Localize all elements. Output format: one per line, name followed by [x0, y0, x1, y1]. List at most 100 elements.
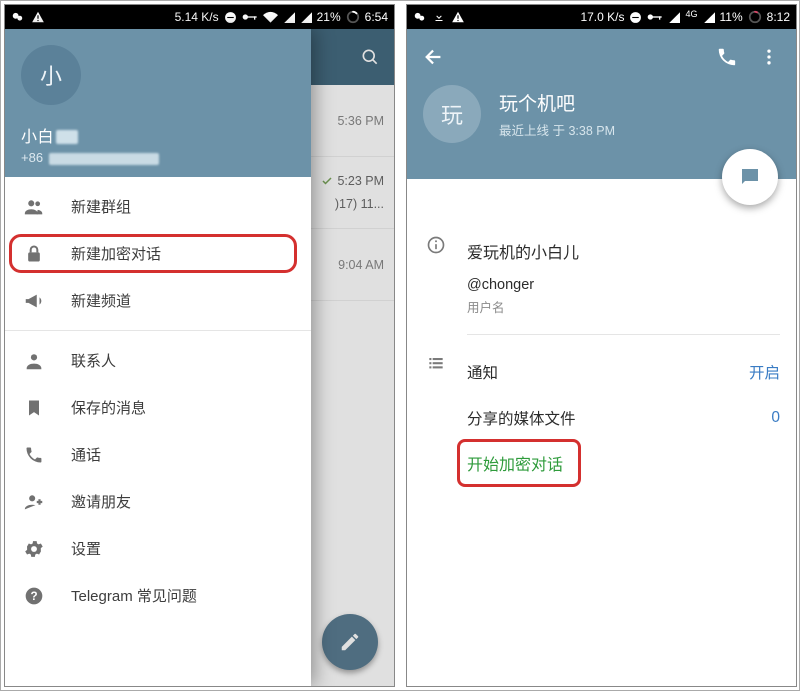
bookmark-icon — [23, 397, 45, 419]
menu-label: 新建加密对话 — [71, 243, 161, 264]
row-shared-media[interactable]: 分享的媒体文件 0 — [467, 395, 780, 441]
label: 分享的媒体文件 — [467, 407, 576, 429]
search-icon[interactable] — [360, 47, 380, 67]
avatar[interactable]: 小 — [21, 45, 81, 105]
drawer-user-name: 小白 — [21, 123, 295, 147]
menu-label: 新建频道 — [71, 290, 131, 311]
label: 通知 — [467, 361, 498, 383]
signal-icon — [668, 11, 680, 23]
chat-row-time: 5:36 PM — [337, 114, 384, 128]
profile-content: 爱玩机的小白儿 @chonger 用户名 通知 开启 — [407, 179, 796, 491]
compose-fab[interactable] — [322, 614, 378, 670]
statusbar-left: 5.14 K/s 21% 6:54 — [5, 5, 394, 29]
download-icon — [433, 10, 445, 24]
phone-left: 5.14 K/s 21% 6:54 5:36 PM — [4, 4, 395, 687]
drawer-header: 小 小白 +86 — [5, 29, 311, 177]
drawer-menu: 新建群组 新建加密对话 新建频道 — [5, 177, 311, 619]
menu-invite-friends[interactable]: 邀请朋友 — [5, 478, 311, 525]
wechat-icon — [413, 10, 427, 24]
profile-topbar — [407, 29, 796, 85]
vpn-key-icon — [647, 12, 663, 22]
signal2-icon — [300, 11, 312, 23]
warning-icon — [31, 10, 45, 24]
message-fab[interactable] — [722, 149, 778, 205]
value: 开启 — [749, 361, 780, 383]
menu-label: 新建群组 — [71, 196, 131, 217]
status-net-type: 4G — [685, 9, 697, 19]
statusbar-right: 17.0 K/s 4G 11% 8:12 — [407, 5, 796, 29]
status-battery-pct: 11% — [720, 10, 743, 24]
menu-new-group[interactable]: 新建群组 — [5, 183, 311, 230]
profile-name: 玩个机吧 — [499, 89, 615, 116]
info-section: 爱玩机的小白儿 @chonger 用户名 — [407, 225, 796, 349]
dnd-icon — [629, 11, 642, 24]
phone-right: 17.0 K/s 4G 11% 8:12 — [406, 4, 797, 687]
group-icon — [23, 196, 45, 218]
chat-bubble-icon — [738, 165, 762, 189]
nav-drawer: 小 小白 +86 新建群组 — [5, 29, 311, 686]
gear-icon — [23, 538, 45, 560]
chat-row-time: 9:04 AM — [338, 258, 384, 272]
list-icon — [423, 349, 449, 485]
warning-icon — [451, 10, 465, 24]
help-icon: ? — [23, 586, 45, 606]
svg-text:?: ? — [30, 590, 37, 603]
redacted — [49, 153, 159, 165]
profile-username-caption: 用户名 — [467, 297, 780, 316]
menu-new-secret-chat[interactable]: 新建加密对话 — [5, 230, 311, 277]
contact-icon — [23, 350, 45, 372]
profile-bio: 爱玩机的小白儿 — [467, 239, 780, 263]
lock-icon — [23, 243, 45, 265]
phone-icon — [716, 46, 738, 68]
row-notifications[interactable]: 通知 开启 — [467, 349, 780, 395]
avatar-letter: 小 — [40, 59, 62, 91]
wechat-icon — [11, 10, 25, 24]
vpn-key-icon — [242, 12, 258, 22]
label: 开始加密对话 — [467, 457, 563, 474]
avatar-letter: 玩 — [441, 98, 463, 130]
settings-section: 通知 开启 分享的媒体文件 0 开始加密对话 — [407, 349, 796, 491]
status-net-speed: 17.0 K/s — [580, 10, 624, 24]
menu-calls[interactable]: 通话 — [5, 431, 311, 478]
screenshot-stage: 5.14 K/s 21% 6:54 5:36 PM — [0, 0, 800, 691]
profile-identity: 玩 玩个机吧 最近上线 于 3:38 PM — [407, 85, 796, 143]
add-person-icon — [23, 491, 45, 513]
chat-row-snippet: )17) 11... — [321, 196, 384, 213]
status-clock: 8:12 — [767, 10, 790, 24]
chat-row-time: 5:23 PM — [337, 173, 384, 190]
menu-contacts[interactable]: 联系人 — [5, 337, 311, 384]
divider — [467, 334, 780, 335]
start-secret-chat[interactable]: 开始加密对话 — [467, 441, 563, 485]
avatar[interactable]: 玩 — [423, 85, 481, 143]
status-net-speed: 5.14 K/s — [175, 10, 219, 24]
profile-last-seen: 最近上线 于 3:38 PM — [499, 120, 615, 139]
overflow-button[interactable] — [748, 36, 790, 78]
megaphone-icon — [23, 290, 45, 312]
menu-label: 通话 — [71, 444, 101, 465]
battery-ring-icon — [748, 10, 762, 24]
arrow-left-icon — [423, 46, 445, 68]
menu-label: 邀请朋友 — [71, 491, 131, 512]
profile-username[interactable]: @chonger — [467, 277, 780, 293]
phone-icon — [23, 445, 45, 465]
drawer-user-phone: +86 — [21, 150, 295, 165]
menu-saved-messages[interactable]: 保存的消息 — [5, 384, 311, 431]
wifi-icon — [263, 11, 278, 23]
menu-faq[interactable]: ? Telegram 常见问题 — [5, 572, 311, 619]
menu-label: 保存的消息 — [71, 397, 146, 418]
status-clock: 6:54 — [365, 10, 388, 24]
info-icon — [423, 231, 449, 343]
menu-label: 联系人 — [71, 350, 116, 371]
dnd-icon — [224, 11, 237, 24]
menu-label: Telegram 常见问题 — [71, 585, 197, 606]
status-battery-pct: 21% — [317, 10, 341, 24]
menu-new-channel[interactable]: 新建频道 — [5, 277, 311, 324]
divider — [5, 330, 311, 331]
battery-ring-icon — [346, 10, 360, 24]
value: 0 — [771, 409, 780, 427]
menu-settings[interactable]: 设置 — [5, 525, 311, 572]
call-button[interactable] — [706, 36, 748, 78]
pencil-icon — [339, 631, 361, 653]
redacted — [56, 130, 78, 144]
back-button[interactable] — [413, 36, 455, 78]
